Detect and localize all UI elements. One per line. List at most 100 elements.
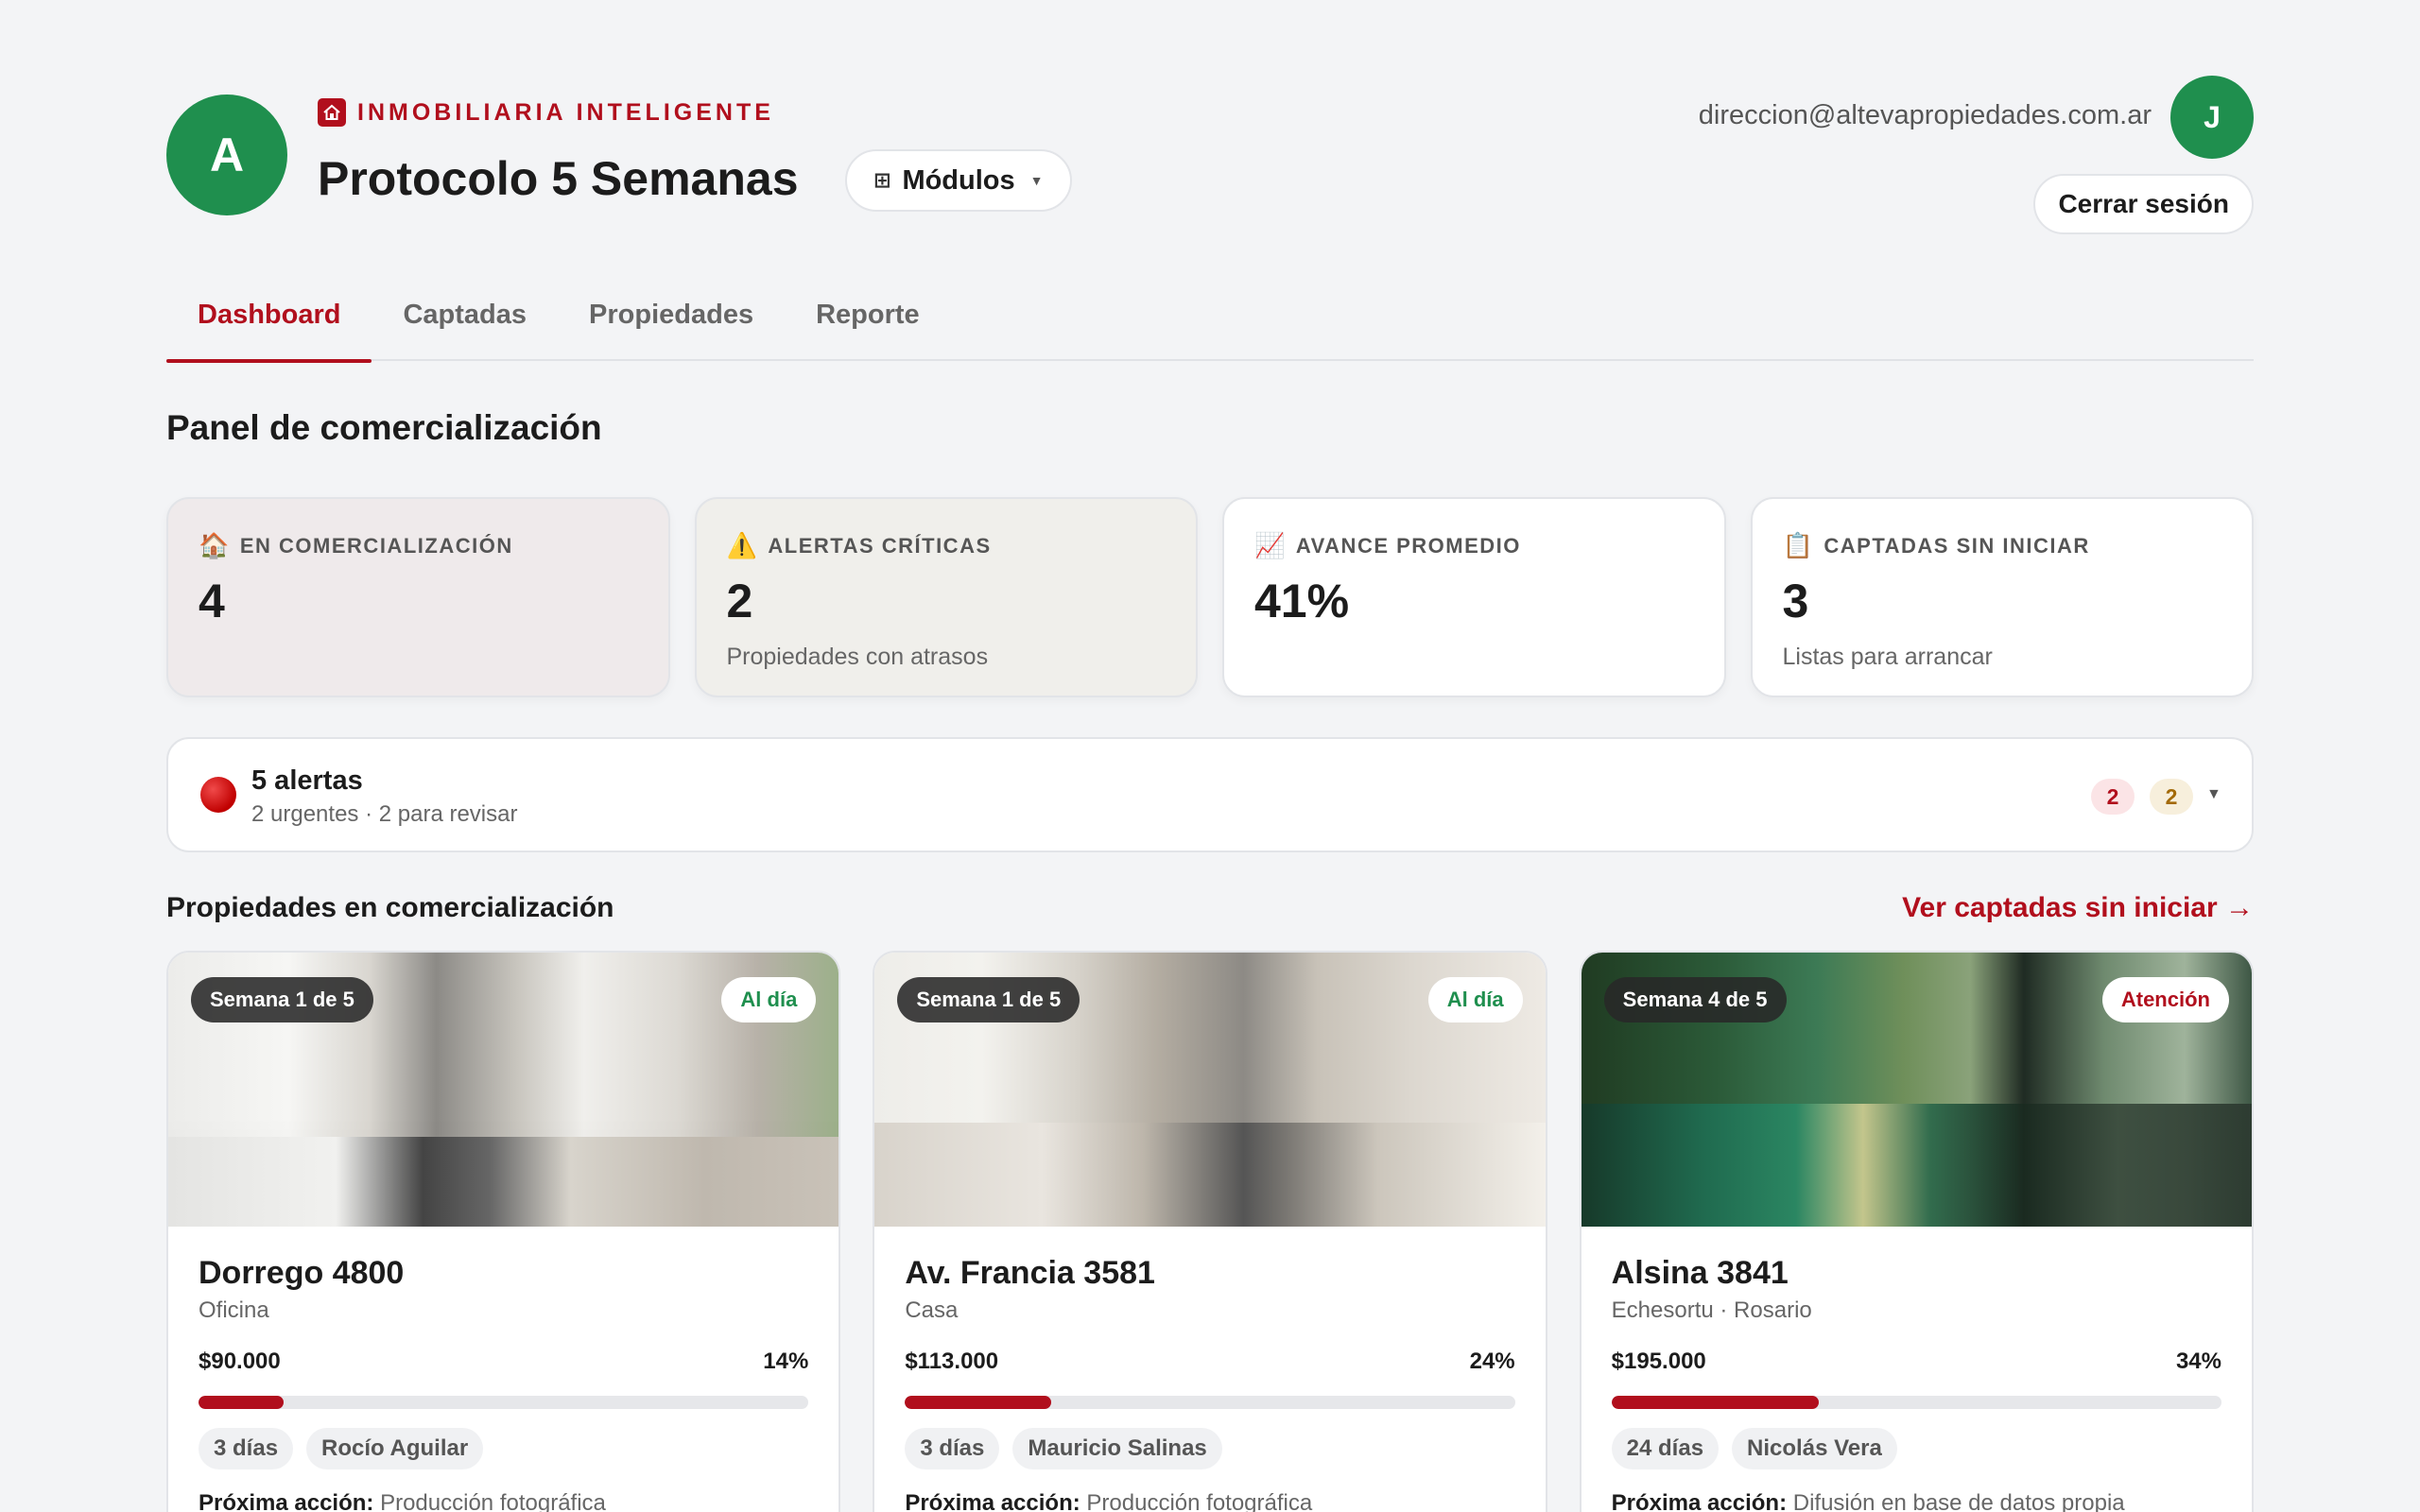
next-action: Próxima acción: Producción fotográfica <box>199 1490 808 1512</box>
clipboard-icon: 📋 <box>1782 531 1815 559</box>
week-badge: Semana 1 de 5 <box>897 977 1080 1022</box>
property-card[interactable]: Semana 4 de 5 Atención Alsina 3841 Eches… <box>1579 951 2254 1512</box>
property-card[interactable]: Semana 1 de 5 Al día Dorrego 4800 Oficin… <box>166 951 841 1512</box>
property-address: Dorrego 4800 <box>199 1255 405 1291</box>
agent-chip: Rocío Aguilar <box>306 1428 484 1469</box>
section-title: Panel de comercialización <box>166 408 602 447</box>
tab-reporte[interactable]: Reporte <box>785 291 951 361</box>
chips-row: 3 días Mauricio Salinas <box>905 1428 1514 1469</box>
review-count-badge: 2 <box>2150 779 2193 815</box>
red-circle-icon <box>200 777 236 813</box>
stat-value: 3 <box>1782 575 1809 627</box>
agent-chip: Nicolás Vera <box>1732 1428 1897 1469</box>
progress-fill <box>905 1396 1052 1409</box>
progress-fill <box>1611 1396 1820 1409</box>
next-action: Próxima acción: Difusión en base de dato… <box>1612 1490 2221 1512</box>
stat-card-captadas-sin-iniciar[interactable]: 📋 CAPTADAS SIN INICIAR 3 Listas para arr… <box>1750 497 2254 697</box>
next-action-label: Próxima acción: <box>199 1490 374 1512</box>
stat-card-en-comercializacion[interactable]: 🏠 EN COMERCIALIZACIÓN 4 <box>166 497 670 697</box>
user-avatar[interactable]: J <box>2170 76 2254 159</box>
chevron-down-icon[interactable]: ▼ <box>2206 786 2221 803</box>
days-chip: 3 días <box>199 1428 294 1469</box>
property-card[interactable]: Semana 1 de 5 Al día Av. Francia 3581 Ca… <box>873 951 1547 1512</box>
chips-row: 24 días Nicolás Vera <box>1611 1428 2221 1469</box>
property-price: $195.000 <box>1611 1349 1706 1374</box>
week-badge: Semana 4 de 5 <box>1603 977 1787 1022</box>
progress-bar <box>905 1396 1515 1409</box>
logout-button[interactable]: Cerrar sesión <box>2033 174 2254 234</box>
next-action-label: Próxima acción: <box>905 1490 1080 1512</box>
status-badge: Al día <box>1427 977 1523 1022</box>
days-chip: 24 días <box>1611 1428 1720 1469</box>
brand-name: INMOBILIARIA INTELIGENTE <box>357 98 774 126</box>
price-row: $113.000 24% <box>905 1349 1514 1375</box>
modules-dropdown-button[interactable]: ⊞ Módulos ▼ <box>845 149 1072 212</box>
price-row: $90.000 14% <box>199 1349 808 1375</box>
progress-fill <box>199 1396 285 1409</box>
tab-dashboard[interactable]: Dashboard <box>166 291 372 363</box>
user-email: direccion@altevapropiedades.com.ar <box>1698 100 2152 130</box>
view-captadas-link[interactable]: Ver captadas sin iniciar → <box>1902 892 2254 924</box>
chart-icon: 📈 <box>1254 531 1287 559</box>
alerts-subtitle: 2 urgentes · 2 para revisar <box>251 801 518 827</box>
house-logo-icon <box>318 98 346 127</box>
grid-icon: ⊞ <box>873 168 891 192</box>
price-row: $195.000 34% <box>1612 1349 2221 1375</box>
property-photo: Semana 4 de 5 Atención <box>1581 953 2252 1227</box>
status-badge: Al día <box>721 977 817 1022</box>
alerts-panel[interactable]: 5 alertas 2 urgentes · 2 para revisar 2 … <box>166 737 2254 852</box>
card-body: Alsina 3841 Echesortu · Rosario $195.000… <box>1582 1227 2252 1512</box>
stat-label-text: CAPTADAS SIN INICIAR <box>1824 533 2090 558</box>
progress-bar <box>1611 1396 2221 1409</box>
stat-label: 📈 AVANCE PROMEDIO <box>1254 531 1694 560</box>
house-icon: 🏠 <box>199 531 231 559</box>
modules-label: Módulos <box>902 164 1015 196</box>
chips-row: 3 días Rocío Aguilar <box>199 1428 808 1469</box>
stat-label-text: ALERTAS CRÍTICAS <box>768 533 992 558</box>
property-price: $113.000 <box>905 1349 999 1374</box>
stat-label: 📋 CAPTADAS SIN INICIAR <box>1783 531 2222 560</box>
property-photo: Semana 1 de 5 Al día <box>874 953 1546 1227</box>
tab-captadas[interactable]: Captadas <box>372 291 558 361</box>
urgent-count-badge: 2 <box>2091 779 2135 815</box>
property-cards: Semana 1 de 5 Al día Dorrego 4800 Oficin… <box>166 951 2254 1512</box>
stats-row: 🏠 EN COMERCIALIZACIÓN 4 ⚠️ ALERTAS CRÍTI… <box>166 497 2254 697</box>
stat-label-text: EN COMERCIALIZACIÓN <box>239 533 513 558</box>
org-avatar[interactable]: A <box>166 94 287 215</box>
stat-card-avance-promedio[interactable]: 📈 AVANCE PROMEDIO 41% <box>1222 497 1726 697</box>
card-body: Av. Francia 3581 Casa $113.000 24% 3 día… <box>874 1227 1545 1512</box>
progress-percent: 24% <box>1469 1349 1515 1374</box>
warning-icon: ⚠️ <box>726 531 759 559</box>
property-type: Echesortu · Rosario <box>1611 1297 1812 1323</box>
property-type: Casa <box>905 1297 959 1323</box>
tab-propiedades[interactable]: Propiedades <box>558 291 785 361</box>
card-body: Dorrego 4800 Oficina $90.000 14% 3 días … <box>168 1227 838 1512</box>
week-badge: Semana 1 de 5 <box>191 977 373 1022</box>
stat-card-alertas-criticas[interactable]: ⚠️ ALERTAS CRÍTICAS 2 Propiedades con at… <box>694 497 1198 697</box>
main-tabs: Dashboard Captadas Propiedades Reporte <box>166 291 2254 363</box>
stat-subtitle: Listas para arrancar <box>1782 644 1993 670</box>
next-action-value: Producción fotográfica <box>1086 1490 1313 1512</box>
property-photo: Semana 1 de 5 Al día <box>168 953 839 1227</box>
stat-subtitle: Propiedades con atrasos <box>726 644 989 670</box>
next-action: Próxima acción: Producción fotográfica <box>905 1490 1514 1512</box>
properties-section-title: Propiedades en comercialización <box>166 892 614 923</box>
progress-bar <box>199 1396 809 1409</box>
stat-value: 2 <box>726 575 753 627</box>
agent-chip: Mauricio Salinas <box>1012 1428 1222 1469</box>
progress-percent: 14% <box>763 1349 809 1374</box>
page-title: Protocolo 5 Semanas <box>318 152 799 205</box>
chevron-down-icon: ▼ <box>1029 173 1044 188</box>
property-address: Av. Francia 3581 <box>905 1255 1155 1291</box>
status-badge: Atención <box>2101 977 2229 1022</box>
next-action-label: Próxima acción: <box>1611 1490 1788 1512</box>
property-address: Alsina 3841 <box>1611 1255 1789 1291</box>
stat-value: 4 <box>199 575 225 627</box>
next-action-value: Difusión en base de datos propia <box>1792 1490 2125 1512</box>
stat-label-text: AVANCE PROMEDIO <box>1295 533 1521 558</box>
property-price: $90.000 <box>199 1349 281 1374</box>
progress-percent: 34% <box>2175 1349 2221 1374</box>
app-header: A INMOBILIARIA INTELIGENTE Protocolo 5 S… <box>166 74 2254 244</box>
stat-label: ⚠️ ALERTAS CRÍTICAS <box>727 531 1167 560</box>
days-chip: 3 días <box>905 1428 1000 1469</box>
